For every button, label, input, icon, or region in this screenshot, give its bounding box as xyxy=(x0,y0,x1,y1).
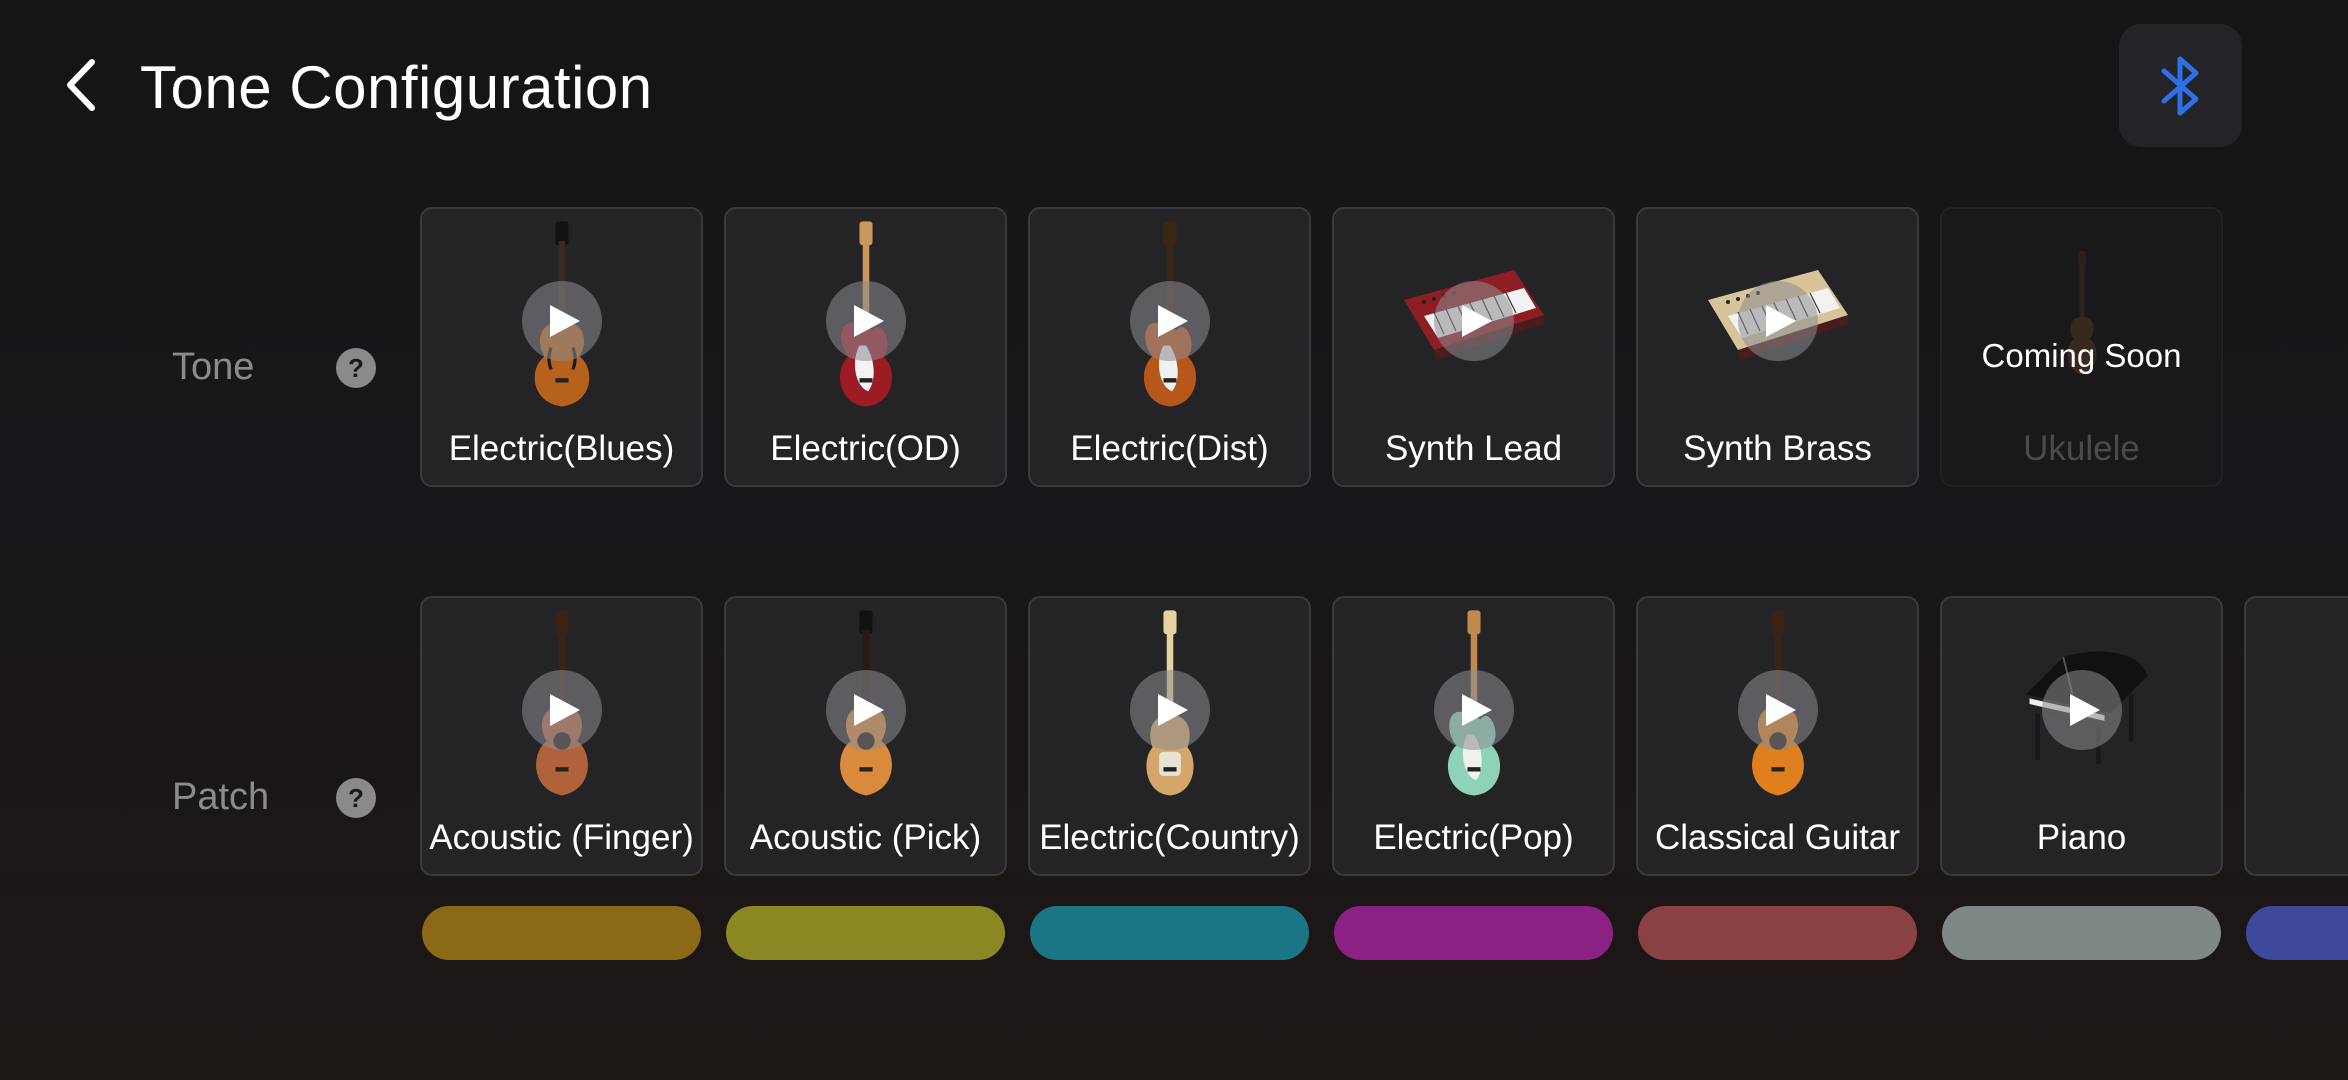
card-label: Electric(Country) xyxy=(1039,818,1300,857)
play-icon[interactable] xyxy=(1737,281,1818,361)
play-icon[interactable] xyxy=(521,670,602,750)
play-icon[interactable] xyxy=(1433,670,1514,750)
play-icon[interactable] xyxy=(521,281,602,361)
patch-card-overflow[interactable] xyxy=(2244,596,2348,876)
card-label: Classical Guitar xyxy=(1654,818,1901,857)
bluetooth-button[interactable] xyxy=(2119,24,2242,147)
bluetooth-icon xyxy=(2161,56,2198,115)
tone-row-label: Tone xyxy=(172,346,255,388)
patch-help-icon[interactable]: ? xyxy=(336,778,376,818)
patch-card-telecaster-guitar[interactable]: Electric(Country) xyxy=(1028,596,1311,876)
card-label: Synth Lead xyxy=(1384,429,1563,468)
card-label: Ukulele xyxy=(2023,429,2140,468)
card-label: Electric(OD) xyxy=(770,429,961,468)
card-label: Electric(Blues) xyxy=(448,429,675,468)
card-label: Acoustic (Finger) xyxy=(429,818,694,857)
play-icon[interactable] xyxy=(1433,281,1514,361)
patch-color-pill-5[interactable] xyxy=(1638,906,1917,960)
tone-card-red-synthesizer[interactable]: Synth Lead xyxy=(1332,207,1615,487)
patch-color-pill-4[interactable] xyxy=(1334,906,1613,960)
patch-color-pill-3[interactable] xyxy=(1030,906,1309,960)
card-label: Synth Brass xyxy=(1683,429,1872,468)
patch-color-pill-6[interactable] xyxy=(1942,906,2221,960)
patch-card-classical-guitar[interactable]: Classical Guitar xyxy=(1636,596,1919,876)
patch-card-mint-guitar[interactable]: Electric(Pop) xyxy=(1332,596,1615,876)
patch-card-acoustic-guitar-pick[interactable]: Acoustic (Pick) xyxy=(724,596,1007,876)
patch-card-grand-piano[interactable]: Piano xyxy=(1940,596,2223,876)
play-icon[interactable] xyxy=(2041,670,2122,750)
play-icon[interactable] xyxy=(825,281,906,361)
card-label: Electric(Dist) xyxy=(1070,429,1269,468)
card-label: Piano xyxy=(2036,818,2127,857)
tone-card-hollow-body-guitar[interactable]: Electric(Blues) xyxy=(420,207,703,487)
tone-help-icon[interactable]: ? xyxy=(336,348,376,388)
play-icon[interactable] xyxy=(1129,670,1210,750)
patch-color-pill-2[interactable] xyxy=(726,906,1005,960)
play-icon[interactable] xyxy=(1129,281,1210,361)
tone-card-sunburst-strat-guitar[interactable]: Electric(Dist) xyxy=(1028,207,1311,487)
back-button[interactable] xyxy=(52,52,112,118)
page-title: Tone Configuration xyxy=(140,54,653,121)
play-icon[interactable] xyxy=(1737,670,1818,750)
play-icon[interactable] xyxy=(825,670,906,750)
patch-card-acoustic-guitar[interactable]: Acoustic (Finger) xyxy=(420,596,703,876)
ukulele-icon xyxy=(1942,215,2221,415)
coming-soon-badge: Coming Soon xyxy=(1981,337,2182,374)
patch-color-pill-1[interactable] xyxy=(422,906,701,960)
card-label: Electric(Pop) xyxy=(1373,818,1574,857)
tone-card-red-strat-guitar[interactable]: Electric(OD) xyxy=(724,207,1007,487)
patch-color-pill-7[interactable] xyxy=(2246,906,2348,960)
tone-configuration-screen: Tone Configuration Tone ? Electric(Blues… xyxy=(0,0,2348,1080)
card-label: Acoustic (Pick) xyxy=(749,818,982,857)
tone-card-ukulele: Coming Soon Ukulele xyxy=(1940,207,2223,487)
tone-card-cream-synthesizer[interactable]: Synth Brass xyxy=(1636,207,1919,487)
patch-row-label: Patch xyxy=(172,776,270,818)
chevron-left-icon xyxy=(67,59,95,111)
